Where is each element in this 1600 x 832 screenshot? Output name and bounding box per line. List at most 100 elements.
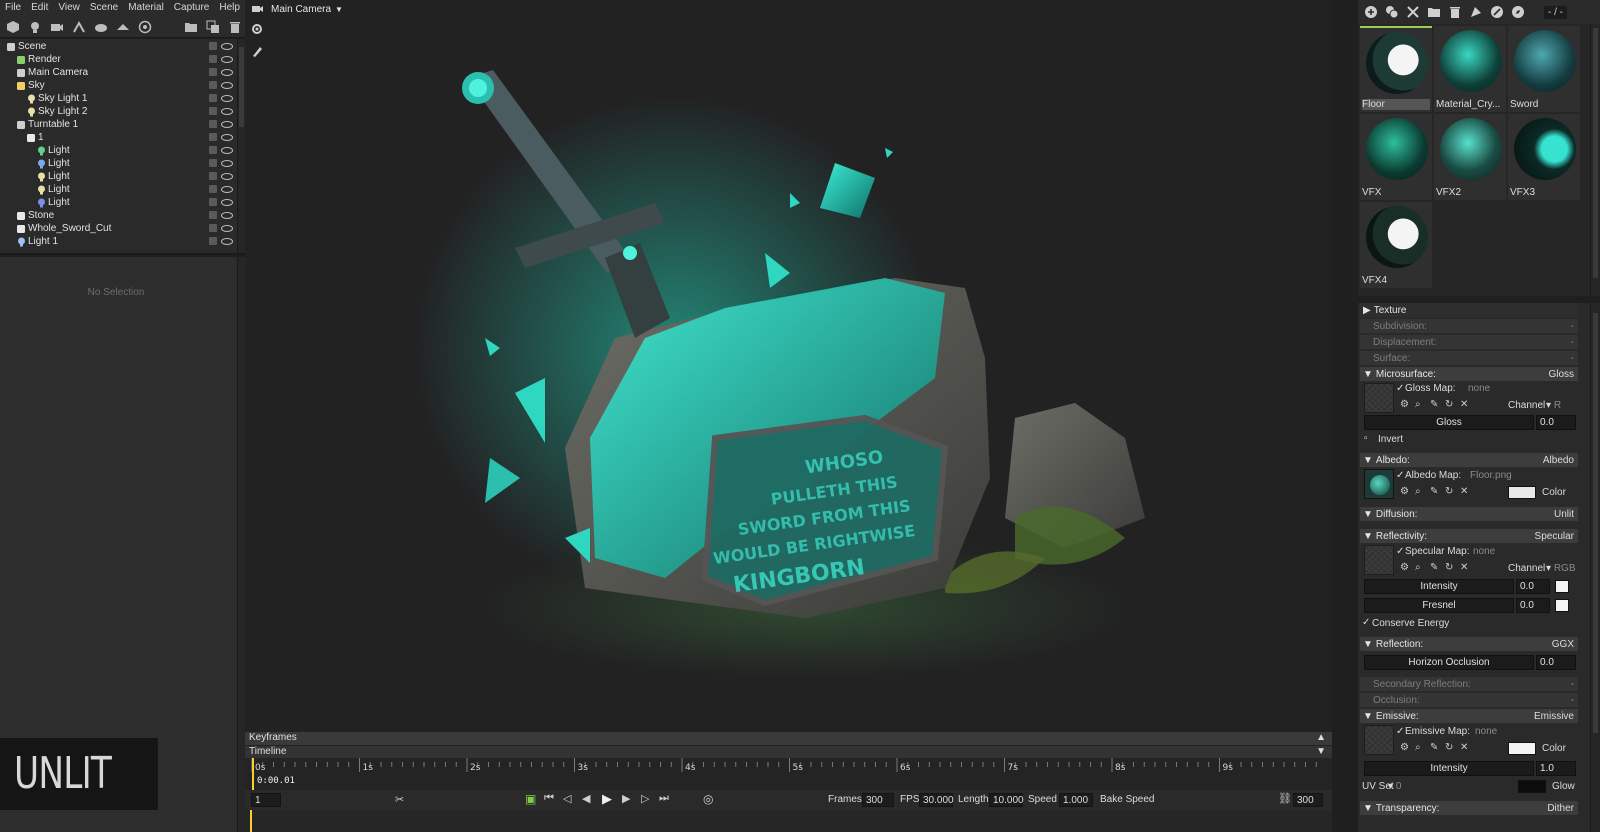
fresnel-slider[interactable]: Fresnel bbox=[1364, 598, 1514, 613]
add-turntable-icon[interactable] bbox=[136, 18, 154, 36]
material-grid-scrollbar[interactable] bbox=[1590, 24, 1600, 296]
next-key-icon[interactable]: ▷ bbox=[641, 792, 649, 805]
pencil-icon[interactable]: ✎ bbox=[1430, 486, 1441, 497]
horizon-occlusion-slider[interactable]: Horizon Occlusion bbox=[1364, 655, 1534, 670]
scissors-icon[interactable]: ✂ bbox=[395, 793, 404, 806]
invert-checkbox[interactable]: ▫ bbox=[1364, 433, 1368, 444]
add-mesh-icon[interactable] bbox=[4, 18, 22, 36]
visibility-eye-icon[interactable] bbox=[221, 147, 233, 154]
material-tile[interactable]: VFX3 bbox=[1508, 114, 1580, 200]
visibility-eye-icon[interactable] bbox=[221, 225, 233, 232]
surface-section[interactable]: Surface: - bbox=[1360, 351, 1578, 365]
close-icon[interactable]: ✕ bbox=[1460, 562, 1471, 573]
gear-icon[interactable]: ⚙ bbox=[1400, 486, 1411, 497]
tree-item[interactable]: Sky bbox=[0, 79, 245, 92]
new-material-icon[interactable] bbox=[1362, 3, 1380, 21]
fresnel-value-field[interactable]: 0.0 bbox=[1516, 598, 1550, 613]
visibility-eye-icon[interactable] bbox=[221, 82, 233, 89]
lock-icon[interactable] bbox=[209, 224, 217, 232]
play-icon[interactable]: ▶ bbox=[602, 791, 612, 807]
chevron-down-icon[interactable]: ▼ bbox=[335, 5, 343, 14]
lock-icon[interactable] bbox=[209, 185, 217, 193]
subdivision-section[interactable]: Subdivision: - bbox=[1360, 319, 1578, 333]
specular-map-slot[interactable] bbox=[1364, 545, 1394, 575]
menu-material[interactable]: Material bbox=[123, 0, 169, 16]
link-icon[interactable]: ⛓ bbox=[1278, 792, 1292, 805]
tree-item[interactable]: Light 1 bbox=[0, 235, 245, 248]
visibility-eye-icon[interactable] bbox=[221, 173, 233, 180]
specular-map-checkbox[interactable]: ✓ bbox=[1396, 546, 1404, 557]
lock-icon[interactable] bbox=[209, 42, 217, 50]
search-icon[interactable]: ⌕ bbox=[1415, 486, 1426, 497]
intensity-value-field[interactable]: 0.0 bbox=[1516, 579, 1550, 594]
lock-icon[interactable] bbox=[209, 107, 217, 115]
speed-field[interactable]: 1.000 bbox=[1059, 793, 1093, 807]
inspector-scrollbar[interactable] bbox=[237, 257, 245, 832]
tree-item[interactable]: Turntable 1 bbox=[0, 118, 245, 131]
albedo-section[interactable]: ▼ Albedo: Albedo bbox=[1360, 453, 1578, 467]
refresh-icon[interactable]: ↻ bbox=[1445, 742, 1456, 753]
lock-icon[interactable] bbox=[209, 159, 217, 167]
record-icon[interactable]: ◎ bbox=[703, 792, 713, 806]
material-compass-icon[interactable] bbox=[1509, 3, 1527, 21]
refresh-icon[interactable]: ↻ bbox=[1445, 486, 1456, 497]
gear-icon[interactable]: ⚙ bbox=[1400, 562, 1411, 573]
fps-field[interactable]: 30.000 bbox=[919, 793, 954, 807]
visibility-eye-icon[interactable] bbox=[221, 134, 233, 141]
gloss-map-checkbox[interactable]: ✓ bbox=[1396, 383, 1404, 394]
refresh-icon[interactable]: ↻ bbox=[1445, 399, 1456, 410]
material-tile[interactable]: VFX4 bbox=[1360, 202, 1432, 288]
tree-item[interactable]: Scene bbox=[0, 40, 245, 53]
loop-icon[interactable]: ▣ bbox=[525, 792, 536, 806]
intensity-color-swatch[interactable] bbox=[1555, 580, 1569, 593]
timeline-header[interactable]: Timeline ▼ bbox=[245, 745, 1332, 758]
gloss-map-slot[interactable] bbox=[1364, 383, 1394, 413]
visibility-eye-icon[interactable] bbox=[221, 108, 233, 115]
emissive-intensity-slider[interactable]: Intensity bbox=[1364, 761, 1534, 776]
lock-icon[interactable] bbox=[209, 211, 217, 219]
visibility-eye-icon[interactable] bbox=[221, 56, 233, 63]
diffusion-section[interactable]: ▼ Diffusion: Unlit bbox=[1360, 507, 1578, 521]
microsurface-dropdown[interactable]: Gloss bbox=[1548, 369, 1578, 380]
tree-item[interactable]: Render bbox=[0, 53, 245, 66]
properties-scrollbar[interactable] bbox=[1590, 303, 1600, 832]
playhead[interactable] bbox=[252, 758, 254, 790]
intensity-slider[interactable]: Intensity bbox=[1364, 579, 1514, 594]
tree-item[interactable]: Light bbox=[0, 144, 245, 157]
search-icon[interactable]: ⌕ bbox=[1415, 742, 1426, 753]
close-icon[interactable]: ✕ bbox=[1460, 486, 1471, 497]
close-icon[interactable]: ✕ bbox=[1460, 399, 1471, 410]
trash-icon[interactable] bbox=[226, 18, 244, 36]
visibility-eye-icon[interactable] bbox=[221, 69, 233, 76]
tree-item[interactable]: 1 bbox=[0, 131, 245, 144]
tree-item[interactable]: Sky Light 1 bbox=[0, 92, 245, 105]
gloss-slider[interactable]: Gloss bbox=[1364, 415, 1534, 430]
menu-file[interactable]: File bbox=[0, 0, 26, 16]
timeline-track[interactable] bbox=[245, 810, 1332, 832]
albedo-dropdown[interactable]: Albedo bbox=[1543, 455, 1578, 466]
visibility-eye-icon[interactable] bbox=[221, 121, 233, 128]
folder-icon[interactable] bbox=[182, 18, 200, 36]
current-frame-field[interactable]: 1 bbox=[251, 793, 281, 807]
emissive-dropdown[interactable]: Emissive bbox=[1534, 711, 1578, 722]
reflection-dropdown[interactable]: GGX bbox=[1552, 639, 1578, 650]
emissive-color-swatch[interactable] bbox=[1508, 742, 1536, 755]
lock-icon[interactable] bbox=[209, 146, 217, 154]
menu-scene[interactable]: Scene bbox=[85, 0, 123, 16]
emissive-map-checkbox[interactable]: ✓ bbox=[1396, 726, 1404, 737]
specular-channel-dropdown[interactable]: ▾ RGB bbox=[1546, 563, 1575, 574]
gear-icon[interactable]: ⚙ bbox=[1400, 742, 1411, 753]
lock-icon[interactable] bbox=[209, 55, 217, 63]
close-icon[interactable]: ✕ bbox=[1460, 742, 1471, 753]
displacement-section[interactable]: Displacement: - bbox=[1360, 335, 1578, 349]
tree-item[interactable]: Main Camera bbox=[0, 66, 245, 79]
expand-down-icon[interactable]: ▼ bbox=[1316, 746, 1326, 757]
conserve-energy-checkbox[interactable]: ✓ bbox=[1362, 617, 1370, 628]
gloss-value-field[interactable]: 0.0 bbox=[1536, 415, 1576, 430]
secondary-reflection-section[interactable]: Secondary Reflection: - bbox=[1360, 677, 1578, 691]
3d-viewport[interactable]: WHOSO PULLETH THIS SWORD FROM THIS WOULD… bbox=[245, 18, 1332, 732]
delete-material-icon[interactable] bbox=[1446, 3, 1464, 21]
skip-start-icon[interactable]: ⏮ bbox=[544, 792, 554, 805]
lock-icon[interactable] bbox=[209, 133, 217, 141]
tree-item[interactable]: Whole_Sword_Cut bbox=[0, 222, 245, 235]
